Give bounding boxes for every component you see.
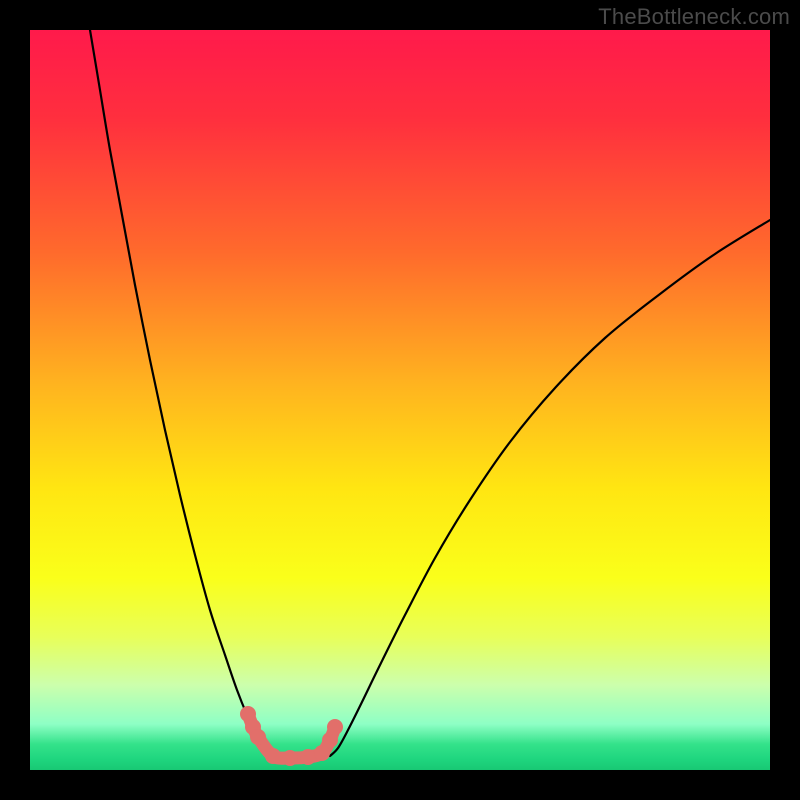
data-dot xyxy=(265,748,281,764)
watermark-text: TheBottleneck.com xyxy=(598,4,790,30)
data-dot xyxy=(250,729,266,745)
bottleneck-chart xyxy=(30,30,770,770)
gradient-background xyxy=(30,30,770,770)
data-dot xyxy=(327,719,343,735)
chart-frame xyxy=(30,30,770,770)
data-dot xyxy=(282,750,298,766)
data-dot xyxy=(300,749,316,765)
